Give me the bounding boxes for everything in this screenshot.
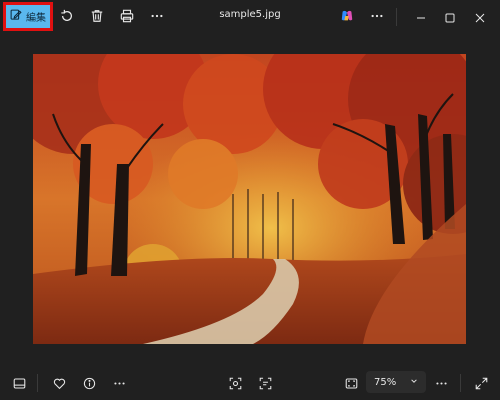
zoom-dropdown[interactable]: 75% — [366, 371, 426, 393]
fit-to-window-icon — [345, 375, 358, 394]
text-scan-button[interactable] — [256, 375, 274, 393]
visual-search-icon — [229, 375, 242, 394]
divider — [460, 374, 461, 392]
more-icon — [113, 375, 126, 394]
text-scan-icon — [259, 375, 272, 394]
autumn-forest-photo — [33, 54, 466, 344]
more-options-zoom-button[interactable] — [432, 375, 450, 393]
close-icon — [475, 8, 485, 27]
visual-search-button[interactable] — [226, 375, 244, 393]
copilot-button[interactable] — [338, 8, 356, 26]
divider — [396, 8, 397, 26]
filmstrip-button[interactable] — [10, 375, 28, 393]
info-icon — [83, 375, 96, 394]
fit-to-window-button[interactable] — [342, 375, 360, 393]
maximize-button[interactable] — [437, 6, 463, 28]
photo-viewer-image[interactable] — [33, 54, 466, 344]
heart-icon — [53, 375, 66, 394]
bottom-toolbar: 75% — [0, 366, 500, 400]
fullscreen-icon — [475, 375, 488, 394]
fullscreen-button[interactable] — [472, 375, 490, 393]
chevron-down-icon — [410, 377, 418, 388]
more-options-bottom-button[interactable] — [110, 375, 128, 393]
minimize-button[interactable] — [408, 6, 434, 28]
favorite-button[interactable] — [50, 375, 68, 393]
more-options-right-button[interactable] — [368, 8, 386, 26]
filmstrip-icon — [13, 375, 26, 394]
zoom-value: 75% — [374, 376, 397, 388]
more-icon — [370, 8, 384, 27]
minimize-icon — [416, 8, 426, 27]
copilot-icon — [340, 8, 354, 27]
divider — [37, 374, 38, 392]
info-button[interactable] — [80, 375, 98, 393]
more-icon — [435, 375, 448, 394]
close-button[interactable] — [467, 6, 493, 28]
title-bar: 編集 sample5.jpg — [0, 0, 500, 34]
maximize-icon — [445, 8, 455, 27]
